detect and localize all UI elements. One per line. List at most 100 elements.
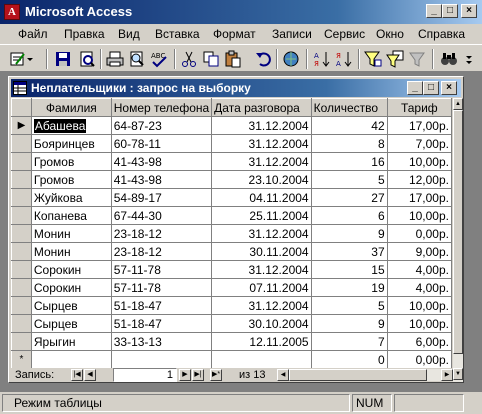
table-row[interactable]: Жуйкова 54-89-17 04.11.2004 27 17,00р.	[11, 188, 452, 207]
quantity-cell[interactable]: 8	[311, 134, 388, 153]
search-icon[interactable]	[78, 50, 96, 68]
record-selector[interactable]	[11, 188, 32, 207]
phone-cell[interactable]: 41-43-98	[111, 152, 213, 171]
surname-cell[interactable]: Бояринцев	[31, 134, 112, 153]
quantity-cell[interactable]: 15	[311, 260, 388, 279]
sort-asc-icon[interactable]: AЯ	[314, 50, 332, 68]
surname-cell[interactable]: Монин	[31, 242, 112, 261]
column-header[interactable]: Количество	[310, 98, 388, 117]
quantity-cell[interactable]: 16	[311, 152, 388, 171]
filter-selection-icon[interactable]	[364, 50, 382, 68]
new-record-row[interactable]: * 0 0,00р.	[11, 350, 452, 368]
date-cell[interactable]: 25.11.2004	[211, 206, 312, 225]
table-row[interactable]: ▶ Абашева 64-87-23 31.12.2004 42 17,00р.	[11, 116, 452, 135]
tariff-cell[interactable]: 12,00р.	[387, 170, 452, 189]
record-selector[interactable]	[11, 332, 32, 351]
menu-window[interactable]: Окно	[376, 27, 404, 41]
surname-cell[interactable]: Громов	[31, 152, 112, 171]
child-minimize-button[interactable]: _	[407, 81, 423, 95]
record-selector[interactable]	[11, 134, 32, 153]
record-selector[interactable]	[11, 242, 32, 261]
quantity-cell[interactable]: 9	[311, 314, 388, 333]
current-record-input[interactable]: 1	[113, 368, 177, 382]
menu-view[interactable]: Вид	[118, 27, 140, 41]
tariff-cell[interactable]: 10,00р.	[387, 296, 452, 315]
tariff-cell[interactable]: 10,00р.	[387, 152, 452, 171]
print-icon[interactable]	[106, 50, 124, 68]
tariff-cell[interactable]: 10,00р.	[387, 206, 452, 225]
ms-access-icon[interactable]: A	[4, 4, 20, 20]
tariff-cell[interactable]: 4,00р.	[387, 278, 452, 297]
apply-filter-icon[interactable]	[408, 50, 426, 68]
quantity-cell[interactable]: 5	[311, 170, 388, 189]
date-cell[interactable]	[211, 350, 312, 368]
quantity-cell[interactable]: 0	[311, 350, 388, 368]
tariff-cell[interactable]: 0,00р.	[387, 224, 452, 243]
surname-cell[interactable]: Ярыгин	[31, 332, 112, 351]
table-row[interactable]: Монин 23-18-12 31.12.2004 9 0,00р.	[11, 224, 452, 243]
menu-tools[interactable]: Сервис	[324, 27, 365, 41]
date-cell[interactable]: 30.10.2004	[211, 314, 312, 333]
record-selector[interactable]	[11, 170, 32, 189]
menu-file[interactable]: Файл	[18, 27, 48, 41]
record-selector[interactable]	[11, 296, 32, 315]
last-record-button[interactable]: ▶|	[192, 369, 204, 381]
table-row[interactable]: Сорокин 57-11-78 07.11.2004 19 4,00р.	[11, 278, 452, 297]
new-record-button[interactable]: ▶*	[210, 369, 222, 381]
record-selector[interactable]: ▶	[11, 116, 32, 135]
copy-icon[interactable]	[202, 50, 220, 68]
date-cell[interactable]: 31.12.2004	[211, 260, 312, 279]
quantity-cell[interactable]: 5	[311, 296, 388, 315]
phone-cell[interactable]: 51-18-47	[111, 314, 213, 333]
surname-cell[interactable]: Сырцев	[31, 296, 112, 315]
surname-cell[interactable]: Громов	[31, 170, 112, 189]
quantity-cell[interactable]: 19	[311, 278, 388, 297]
phone-cell[interactable]: 57-11-78	[111, 278, 213, 297]
quantity-cell[interactable]: 37	[311, 242, 388, 261]
paste-icon[interactable]	[224, 50, 242, 68]
child-close-button[interactable]: ×	[441, 81, 457, 95]
sort-desc-icon[interactable]: ЯA	[336, 50, 354, 68]
table-row[interactable]: Монин 23-18-12 30.11.2004 37 9,00р.	[11, 242, 452, 261]
scroll-down-button[interactable]: ▼	[453, 368, 463, 380]
spelling-icon[interactable]: ABC	[150, 50, 168, 68]
preview-icon[interactable]	[128, 50, 146, 68]
menu-records[interactable]: Записи	[272, 27, 312, 41]
menu-insert[interactable]: Вставка	[155, 27, 200, 41]
phone-cell[interactable]: 60-78-11	[111, 134, 213, 153]
quantity-cell[interactable]: 7	[311, 332, 388, 351]
cut-icon[interactable]	[180, 50, 198, 68]
tariff-cell[interactable]: 17,00р.	[387, 188, 452, 207]
new-record-marker[interactable]: *	[11, 350, 32, 368]
date-cell[interactable]: 31.12.2004	[211, 134, 312, 153]
date-cell[interactable]: 12.11.2005	[211, 332, 312, 351]
quantity-cell[interactable]: 6	[311, 206, 388, 225]
scroll-up-button[interactable]: ▲	[453, 98, 463, 110]
find-icon[interactable]	[440, 50, 458, 68]
menu-edit[interactable]: Правка	[64, 27, 105, 41]
tariff-cell[interactable]: 0,00р.	[387, 350, 452, 368]
prev-record-button[interactable]: ◀	[84, 369, 96, 381]
table-row[interactable]: Сырцев 51-18-47 30.10.2004 9 10,00р.	[11, 314, 452, 333]
date-cell[interactable]: 31.12.2004	[211, 116, 312, 135]
table-row[interactable]: Бояринцев 60-78-11 31.12.2004 8 7,00р.	[11, 134, 452, 153]
tariff-cell[interactable]: 6,00р.	[387, 332, 452, 351]
quantity-cell[interactable]: 9	[311, 224, 388, 243]
menu-help[interactable]: Справка	[418, 27, 465, 41]
phone-cell[interactable]: 64-87-23	[111, 116, 213, 135]
date-cell[interactable]: 31.12.2004	[211, 152, 312, 171]
phone-cell[interactable]: 23-18-12	[111, 224, 213, 243]
tariff-cell[interactable]: 10,00р.	[387, 314, 452, 333]
table-row[interactable]: Сырцев 51-18-47 31.12.2004 5 10,00р.	[11, 296, 452, 315]
phone-cell[interactable]: 23-18-12	[111, 242, 213, 261]
record-selector[interactable]	[11, 314, 32, 333]
quantity-cell[interactable]: 27	[311, 188, 388, 207]
horizontal-scrollbar[interactable]: ◀ ▶	[277, 369, 453, 381]
view-icon[interactable]	[10, 50, 33, 68]
record-selector[interactable]	[11, 206, 32, 225]
surname-cell[interactable]	[31, 350, 112, 368]
vertical-scrollbar[interactable]: ▲ ▼	[453, 98, 463, 382]
quantity-cell[interactable]: 42	[311, 116, 388, 135]
minimize-button[interactable]: _	[426, 4, 442, 18]
surname-cell[interactable]: Копанева	[31, 206, 112, 225]
